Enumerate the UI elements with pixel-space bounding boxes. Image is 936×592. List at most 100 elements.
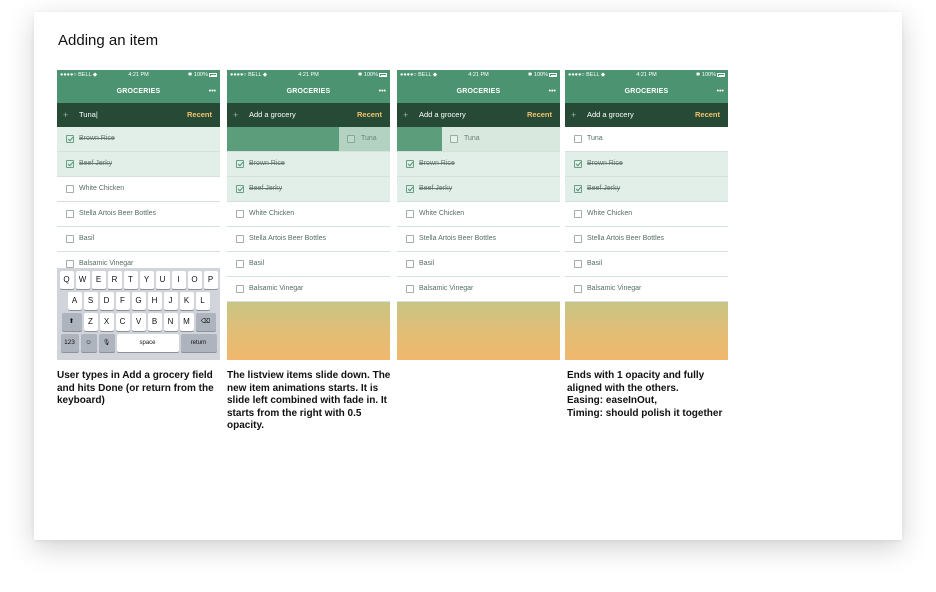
key-q[interactable]: Q bbox=[59, 271, 74, 289]
key-a[interactable]: A bbox=[67, 292, 82, 310]
list-item[interactable]: Tuna bbox=[565, 127, 728, 152]
list-item[interactable]: Beef Jerky bbox=[565, 177, 728, 202]
checkbox[interactable] bbox=[347, 135, 355, 143]
checkbox[interactable] bbox=[406, 285, 414, 293]
numbers-key[interactable]: 123 bbox=[60, 334, 79, 352]
key-g[interactable]: G bbox=[131, 292, 146, 310]
checkbox-checked[interactable] bbox=[236, 185, 244, 193]
key-h[interactable]: H bbox=[147, 292, 162, 310]
space-key[interactable]: space bbox=[116, 334, 179, 352]
key-c[interactable]: C bbox=[115, 313, 130, 331]
recent-button[interactable]: Recent bbox=[357, 103, 382, 127]
list-item[interactable]: Stella Artois Beer Bottles bbox=[397, 227, 560, 252]
checkbox[interactable] bbox=[236, 210, 244, 218]
recent-button[interactable]: Recent bbox=[695, 103, 720, 127]
more-dots-icon[interactable]: ••• bbox=[549, 81, 556, 103]
key-s[interactable]: S bbox=[83, 292, 98, 310]
checkbox-checked[interactable] bbox=[574, 160, 582, 168]
key-u[interactable]: U bbox=[155, 271, 170, 289]
recent-button[interactable]: Recent bbox=[527, 103, 552, 127]
key-y[interactable]: Y bbox=[139, 271, 154, 289]
checkbox[interactable] bbox=[574, 235, 582, 243]
list-item[interactable]: Stella Artois Beer Bottles bbox=[227, 227, 390, 252]
key-n[interactable]: N bbox=[163, 313, 178, 331]
key-f[interactable]: F bbox=[115, 292, 130, 310]
key-l[interactable]: L bbox=[195, 292, 210, 310]
checkbox[interactable] bbox=[450, 135, 458, 143]
key-d[interactable]: D bbox=[99, 292, 114, 310]
list-item[interactable]: Stella Artois Beer Bottles bbox=[565, 227, 728, 252]
checkbox[interactable] bbox=[66, 185, 74, 193]
more-dots-icon[interactable]: ••• bbox=[379, 81, 386, 103]
list-item[interactable]: Balsamic Vinegar bbox=[397, 277, 560, 302]
more-dots-icon[interactable]: ••• bbox=[717, 81, 724, 103]
add-grocery-input[interactable]: Add a grocery bbox=[587, 103, 634, 127]
key-w[interactable]: W bbox=[75, 271, 90, 289]
add-grocery-input[interactable]: Add a grocery bbox=[249, 103, 296, 127]
return-key[interactable]: return bbox=[180, 334, 217, 352]
list-item[interactable]: Beef Jerky bbox=[57, 152, 220, 177]
checkbox-checked[interactable] bbox=[574, 185, 582, 193]
checkbox[interactable] bbox=[406, 260, 414, 268]
list-item[interactable]: Basil bbox=[565, 252, 728, 277]
key-e[interactable]: E bbox=[91, 271, 106, 289]
checkbox-checked[interactable] bbox=[406, 160, 414, 168]
key-m[interactable]: M bbox=[179, 313, 194, 331]
add-grocery-input[interactable]: Tuna| bbox=[79, 103, 98, 127]
caption-step-4-line-3: Timing: should polish it together bbox=[567, 407, 723, 419]
checkbox-checked[interactable] bbox=[236, 160, 244, 168]
list-item[interactable]: Stella Artois Beer Bottles bbox=[57, 202, 220, 227]
key-p[interactable]: P bbox=[203, 271, 218, 289]
checkbox[interactable] bbox=[574, 285, 582, 293]
checkbox[interactable] bbox=[574, 135, 582, 143]
key-t[interactable]: T bbox=[123, 271, 138, 289]
battery-level: ✱ 100% bbox=[187, 72, 208, 78]
list-item[interactable]: Brown Rice bbox=[397, 152, 560, 177]
list-item[interactable]: Beef Jerky bbox=[227, 177, 390, 202]
checkbox[interactable] bbox=[236, 260, 244, 268]
list-item[interactable]: Balsamic Vinegar bbox=[565, 277, 728, 302]
key-r[interactable]: R bbox=[107, 271, 122, 289]
key-k[interactable]: K bbox=[179, 292, 194, 310]
checkbox[interactable] bbox=[406, 235, 414, 243]
list-item[interactable]: Beef Jerky bbox=[397, 177, 560, 202]
more-dots-icon[interactable]: ••• bbox=[209, 81, 216, 103]
list-item[interactable]: Basil bbox=[227, 252, 390, 277]
list-item[interactable]: White Chicken bbox=[57, 177, 220, 202]
new-list-item[interactable]: Tuna bbox=[339, 127, 390, 151]
recent-button[interactable]: Recent bbox=[187, 103, 212, 127]
new-list-item[interactable]: Tuna bbox=[442, 127, 560, 151]
checkbox[interactable] bbox=[236, 285, 244, 293]
checkbox[interactable] bbox=[574, 260, 582, 268]
checkbox[interactable] bbox=[66, 260, 74, 268]
list-item[interactable]: Brown Rice bbox=[565, 152, 728, 177]
list-item[interactable]: Basil bbox=[397, 252, 560, 277]
list-item[interactable]: Balsamic Vinegar bbox=[227, 277, 390, 302]
key-j[interactable]: J bbox=[163, 292, 178, 310]
checkbox[interactable] bbox=[236, 235, 244, 243]
list-item[interactable]: Basil bbox=[57, 227, 220, 252]
checkbox-checked[interactable] bbox=[66, 135, 74, 143]
key-o[interactable]: O bbox=[187, 271, 202, 289]
key-x[interactable]: X bbox=[99, 313, 114, 331]
key-z[interactable]: Z bbox=[83, 313, 98, 331]
list-item[interactable]: Brown Rice bbox=[227, 152, 390, 177]
emoji-icon[interactable]: ☺ bbox=[80, 334, 97, 352]
key-b[interactable]: B bbox=[147, 313, 162, 331]
shift-icon[interactable]: ⬆ bbox=[61, 313, 82, 331]
list-item[interactable]: White Chicken bbox=[397, 202, 560, 227]
microphone-icon[interactable]: 🎙 bbox=[98, 334, 115, 352]
key-i[interactable]: I bbox=[171, 271, 186, 289]
checkbox-checked[interactable] bbox=[406, 185, 414, 193]
checkbox-checked[interactable] bbox=[66, 160, 74, 168]
key-v[interactable]: V bbox=[131, 313, 146, 331]
add-grocery-input[interactable]: Add a grocery bbox=[419, 103, 466, 127]
checkbox[interactable] bbox=[406, 210, 414, 218]
list-item[interactable]: Brown Rice bbox=[57, 127, 220, 152]
list-item[interactable]: White Chicken bbox=[227, 202, 390, 227]
checkbox[interactable] bbox=[574, 210, 582, 218]
backspace-icon[interactable]: ⌫ bbox=[195, 313, 216, 331]
checkbox[interactable] bbox=[66, 235, 74, 243]
list-item[interactable]: White Chicken bbox=[565, 202, 728, 227]
checkbox[interactable] bbox=[66, 210, 74, 218]
